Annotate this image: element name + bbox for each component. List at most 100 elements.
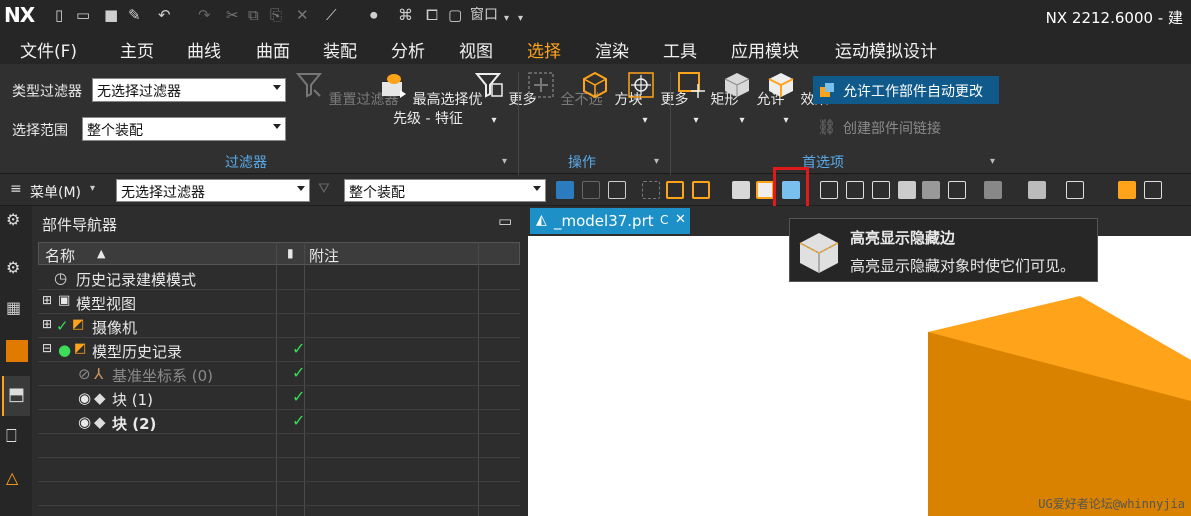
chevron-down-icon[interactable]: ▾ [90, 183, 95, 194]
menu-view[interactable]: 视图 [459, 37, 493, 62]
menu-motion-design[interactable]: 运动模拟设计 [835, 37, 937, 62]
eye-icon[interactable]: ◉ [78, 413, 91, 431]
menu-applications[interactable]: 应用模块 [731, 37, 799, 62]
allow-button[interactable]: 允许 ▾ [722, 70, 784, 130]
delete-icon[interactable]: ✕ [296, 6, 309, 24]
highest-priority-button[interactable]: 最高选择优 先级 - 特征 [378, 70, 482, 129]
selection-filter-dropdown[interactable]: 无选择过滤器 [116, 179, 310, 202]
tree-row-block-1[interactable]: ◉ ◆ 块 (1) ✓ [38, 386, 520, 410]
allow-cube-icon[interactable] [732, 181, 750, 199]
interpart-link-icon[interactable] [582, 181, 600, 199]
effect-button[interactable]: 效果▾ [766, 70, 828, 130]
type-filter-dropdown[interactable]: 无选择过滤器 [92, 78, 286, 102]
qat-customize-chevron-icon[interactable]: ▾ [518, 10, 523, 28]
rotate-view-icon[interactable] [872, 181, 890, 199]
expand-icon[interactable]: ⊞ [42, 317, 52, 331]
cut-icon[interactable]: ✂ [226, 6, 239, 24]
new-file-icon[interactable]: ▯ [55, 6, 63, 24]
chevron-down-icon: ▾ [739, 115, 745, 126]
part-navigator-icon: ⬒ [8, 384, 26, 405]
copy-icon[interactable]: ⧉ [248, 6, 259, 24]
main-menu-button[interactable]: 菜单(M) [30, 182, 81, 202]
column-latest-icon[interactable]: ▮ [287, 246, 294, 260]
deselect-all-button[interactable]: 全不选 [526, 70, 602, 110]
menu-surface[interactable]: 曲面 [256, 37, 290, 62]
gear-icon[interactable]: ⚙ [6, 210, 28, 232]
zoom-icon[interactable] [948, 181, 966, 199]
reset-filter-icon[interactable]: ⛛ [318, 181, 330, 197]
sort-ascending-icon[interactable]: ▲ [97, 247, 105, 260]
menu-file[interactable]: 文件(F) [20, 37, 77, 62]
column-name[interactable]: 名称 [45, 245, 75, 266]
menu-assembly[interactable]: 装配 [323, 37, 357, 62]
window-switch-icon[interactable]: ⧠ [426, 6, 438, 24]
window-menu-chevron-icon[interactable]: ▾ [504, 10, 509, 28]
tree-row-model-history[interactable]: ⊟ ● ◩ 模型历史记录 ✓ [38, 338, 520, 362]
undo-icon[interactable]: ↶ [158, 6, 171, 24]
menu-render[interactable]: 渲染 [595, 37, 629, 62]
paste-icon[interactable]: ⎘ [270, 6, 282, 24]
tree-row-history-mode[interactable]: ◷ 历史记录建模模式 [38, 266, 520, 290]
selection-scope-dropdown[interactable]: 整个装配 [82, 117, 286, 141]
measure-icon[interactable]: ⟋ [326, 6, 337, 24]
group-ops-expand-icon[interactable]: ▾ [654, 156, 659, 167]
menu-tools[interactable]: 工具 [663, 37, 697, 62]
rectangle-select-button[interactable]: 矩形 ▾ [676, 70, 738, 130]
menu-curve[interactable]: 曲线 [187, 37, 221, 62]
maximize-icon[interactable]: ▭ [498, 212, 512, 230]
open-folder-icon[interactable]: ▭ [76, 6, 90, 24]
ops-more-button[interactable]: 更多 ▾ [626, 70, 688, 130]
microphone-icon[interactable]: ⏺ [370, 6, 378, 24]
constraint-navigator-icon[interactable] [6, 340, 28, 362]
fit-icon[interactable] [846, 181, 864, 199]
work-part-toggle-icon[interactable] [556, 181, 574, 199]
roles-gear-icon[interactable]: ⚙ [6, 258, 28, 280]
hidden-eye-icon[interactable]: ⊘ [78, 365, 91, 383]
group-filter-expand-icon[interactable]: ▾ [502, 156, 507, 167]
save-icon[interactable]: ■ [104, 6, 118, 24]
tree-row-block-2[interactable]: ◉ ◆ 块 (2) ✓ [38, 410, 520, 434]
effect-cube-icon[interactable] [756, 181, 774, 199]
tree-row-cameras[interactable]: ⊞ ✓ ◩ 摄像机 [38, 314, 520, 338]
window-icon[interactable]: ▢ [448, 6, 462, 24]
close-icon[interactable]: ✕ [675, 212, 686, 227]
eye-icon[interactable]: ◉ [78, 389, 91, 407]
feature-filter-icon[interactable] [608, 181, 626, 199]
tree-row-model-views[interactable]: ⊞ ▣ 模型视图 [38, 290, 520, 314]
save-as-icon[interactable]: ✎ [128, 6, 141, 24]
display-mode-icon[interactable] [922, 181, 940, 199]
measure-icon[interactable] [1144, 181, 1162, 199]
redo-icon[interactable]: ↷ [198, 6, 211, 24]
selection-scope-dropdown-2[interactable]: 整个装配 [344, 179, 546, 202]
filter-more-button[interactable]: 更多 ▾ [474, 70, 536, 130]
orient-view-icon[interactable] [984, 181, 1002, 199]
window-menu[interactable]: 窗口 [470, 6, 498, 24]
menu-select[interactable]: 选择 [527, 37, 561, 62]
tree-row-datum-csys[interactable]: ⊘ ⅄ 基准坐标系 (0) ✓ [38, 362, 520, 386]
rectangle-select-icon[interactable] [692, 181, 710, 199]
tab-model37[interactable]: ◭ _model37.prt C ✕ [530, 208, 690, 234]
background-icon[interactable] [1066, 181, 1084, 199]
menu-analysis[interactable]: 分析 [391, 37, 425, 62]
group-pref-expand-icon[interactable]: ▾ [990, 156, 995, 167]
reuse-library-icon[interactable]: ⎕ [6, 426, 28, 448]
menu-home[interactable]: 主页 [120, 37, 154, 62]
expand-icon[interactable]: ⊞ [42, 293, 52, 307]
render-style-icon[interactable] [1028, 181, 1046, 199]
block-select-button[interactable]: 方块 [580, 70, 642, 110]
create-interpart-link-button[interactable]: ⛓ 创建部件间链接 [815, 118, 941, 138]
part-navigator-tab[interactable]: ⬒ [2, 376, 30, 416]
hamburger-menu-icon[interactable]: ≡ [10, 181, 22, 197]
reset-filter-button[interactable]: 重置过滤器 [294, 70, 398, 110]
column-notes[interactable]: 附注 [309, 245, 339, 266]
shaded-icon[interactable] [898, 181, 916, 199]
auto-change-work-part-toggle[interactable]: 允许工作部件自动更改 [813, 76, 999, 104]
brush-icon[interactable] [1118, 181, 1136, 199]
deselect-all-icon[interactable] [642, 181, 660, 199]
assembly-navigator-icon[interactable]: ▦ [6, 298, 28, 320]
collapse-icon[interactable]: ⊟ [42, 341, 52, 355]
touch-mode-icon[interactable]: ⌘ [398, 6, 413, 24]
view-selection-icon[interactable] [820, 181, 838, 199]
block-select-icon[interactable] [666, 181, 684, 199]
hd3d-tools-icon[interactable]: △ [6, 468, 28, 490]
